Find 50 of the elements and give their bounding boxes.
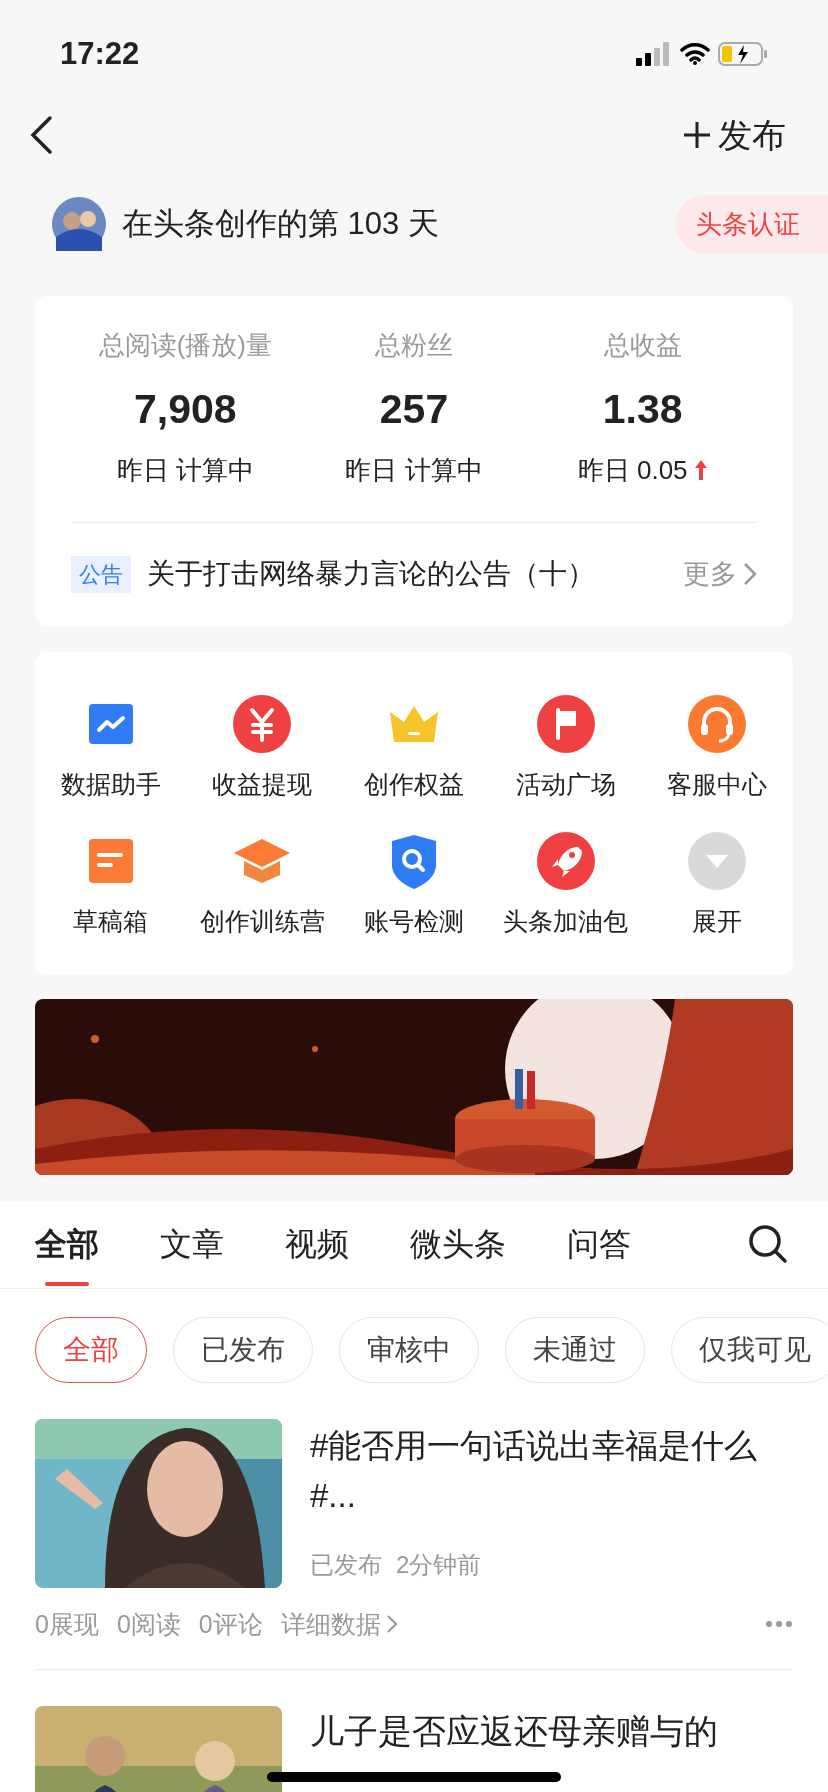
creation-days-text: 在头条创作的第 103 天 — [122, 204, 439, 243]
category-tab[interactable]: 微头条 — [410, 1200, 506, 1288]
chevron-right-icon — [743, 562, 757, 586]
wifi-icon — [680, 42, 710, 66]
category-tab[interactable]: 视频 — [285, 1200, 349, 1288]
reads-count: 0阅读 — [116, 1608, 181, 1640]
yuan-icon — [232, 693, 293, 754]
tool-label[interactable]: 头条加油包 — [503, 903, 629, 941]
article-title[interactable]: #能否用一句话说出幸福是什么#... — [310, 1418, 793, 1521]
impressions-count: 0展现 — [35, 1608, 99, 1640]
more-icon[interactable] — [765, 1620, 793, 1629]
battery-icon — [718, 42, 768, 66]
tool-label[interactable]: 创作训练营 — [199, 903, 325, 941]
tool-label[interactable]: 收益提现 — [212, 765, 313, 803]
stat-yesterday: 昨日 计算中 — [116, 453, 254, 487]
stat-value: 7,908 — [134, 385, 237, 434]
article-status: 已发布 — [310, 1549, 382, 1580]
comments-count: 0评论 — [198, 1608, 263, 1640]
category-tab[interactable]: 问答 — [567, 1200, 631, 1288]
chevron-right-icon — [386, 1615, 397, 1634]
headset-icon — [687, 693, 748, 754]
notice-tag: 公告 — [71, 555, 131, 593]
stat-yesterday: 昨日 0.05 — [577, 453, 688, 487]
tool-label[interactable]: 数据助手 — [60, 765, 161, 803]
tool-label[interactable]: 账号检测 — [364, 903, 464, 941]
tool-label[interactable]: 创作权益 — [364, 765, 464, 803]
stat-label: 总阅读(播放)量 — [98, 329, 272, 362]
flag-icon — [535, 693, 596, 754]
stat-yesterday: 昨日 计算中 — [345, 453, 483, 487]
stat-value: 257 — [379, 385, 449, 434]
notice-text[interactable]: 关于打击网络暴力言论的公告（十） — [147, 553, 595, 595]
stat-label: 总收益 — [603, 329, 682, 362]
plus-icon — [682, 120, 712, 150]
category-tab[interactable]: 全部 — [35, 1200, 99, 1288]
tool-label[interactable]: 草稿箱 — [73, 903, 149, 941]
rocket-icon — [535, 831, 596, 891]
category-tab[interactable]: 文章 — [160, 1200, 224, 1288]
tool-label[interactable]: 展开 — [692, 903, 743, 941]
search-icon[interactable] — [748, 1224, 788, 1264]
article-time: 2分钟前 — [396, 1549, 482, 1580]
tool-label[interactable]: 客服中心 — [667, 765, 768, 803]
signal-icon — [636, 42, 672, 66]
article-title[interactable]: 儿子是否应返还母亲赠与的 — [310, 1706, 718, 1792]
tool-label[interactable]: 活动广场 — [515, 765, 616, 803]
back-icon[interactable] — [28, 115, 54, 155]
stat-label: 总粉丝 — [375, 329, 453, 362]
status-time: 17:22 — [60, 34, 140, 73]
stat-value: 1.38 — [602, 385, 683, 434]
avatar[interactable] — [52, 197, 106, 251]
publish-button[interactable]: 发布 — [682, 109, 786, 161]
